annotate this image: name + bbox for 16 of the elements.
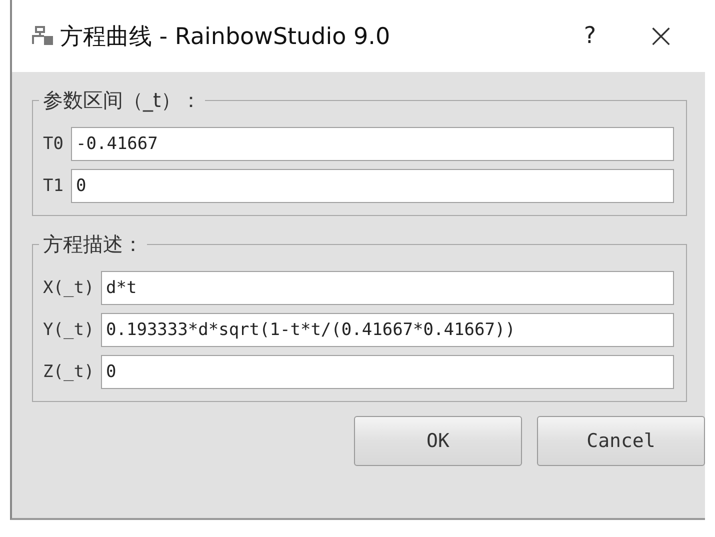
field-label: Y(_t) [43,320,96,340]
input-field[interactable]: -0.41667 [71,127,674,161]
field-label: T0 [43,134,64,154]
input-field[interactable]: 0 [71,169,674,203]
app-icon [32,26,54,46]
field-label: T1 [43,176,64,196]
ok-button[interactable]: OK [354,416,522,466]
field-label: X(_t) [43,278,96,298]
help-button[interactable]: ? [555,23,625,49]
field-label: Z(_t) [43,362,96,382]
cancel-button[interactable]: Cancel [537,416,705,466]
window-title: 方程曲线 - RainbowStudio 9.0 [60,22,392,52]
input-field[interactable]: 0.193333*d*sqrt(1-t*t/(0.41667*0.41667)) [101,313,674,347]
input-field[interactable]: d*t [101,271,674,305]
input-field[interactable]: 0 [101,355,674,389]
close-button[interactable]: × [631,16,691,56]
